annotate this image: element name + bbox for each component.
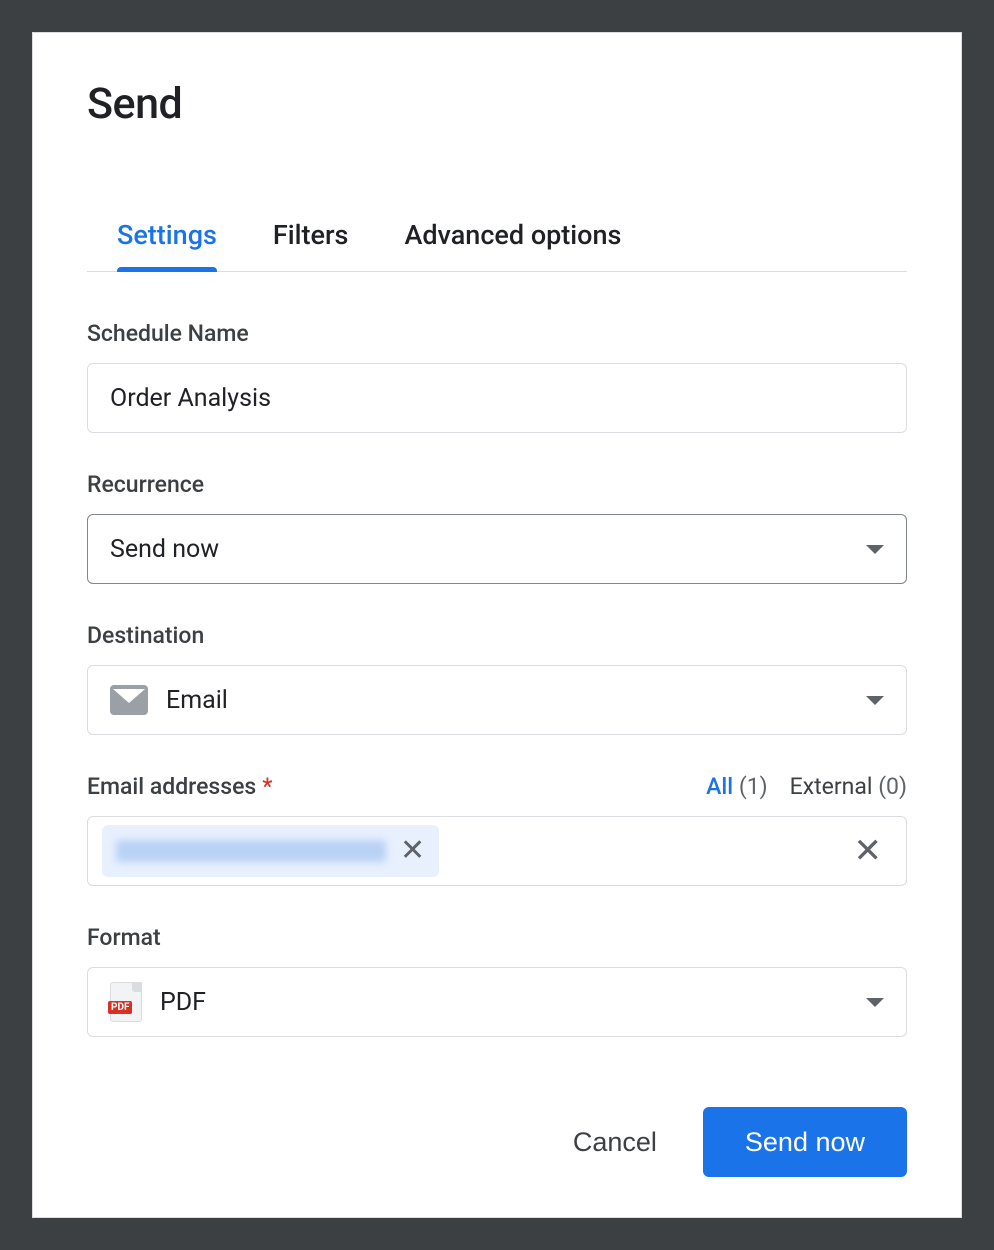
tab-advanced-options[interactable]: Advanced options <box>404 219 621 271</box>
recurrence-field: Recurrence Send now <box>87 471 907 584</box>
email-count-external[interactable]: External (0) <box>790 773 907 800</box>
tab-settings[interactable]: Settings <box>117 219 217 271</box>
chevron-down-icon <box>866 696 884 705</box>
remove-chip-icon[interactable]: ✕ <box>400 836 425 866</box>
pdf-icon <box>110 982 142 1022</box>
email-chip: ✕ <box>102 825 439 877</box>
destination-select[interactable]: Email <box>87 665 907 735</box>
destination-value: Email <box>166 686 228 715</box>
format-value: PDF <box>160 988 206 1017</box>
format-field: Format PDF <box>87 924 907 1037</box>
required-asterisk: * <box>262 773 272 800</box>
email-counts: All (1) External (0) <box>706 773 907 800</box>
cancel-button[interactable]: Cancel <box>567 1126 663 1159</box>
schedule-name-label: Schedule Name <box>87 320 907 347</box>
recurrence-label: Recurrence <box>87 471 907 498</box>
schedule-name-input[interactable]: Order Analysis <box>87 363 907 433</box>
email-count-all[interactable]: All (1) <box>706 773 768 800</box>
chevron-down-icon <box>866 998 884 1007</box>
send-dialog: Send Settings Filters Advanced options S… <box>32 32 962 1218</box>
tab-filters[interactable]: Filters <box>273 219 349 271</box>
mail-icon <box>110 685 148 715</box>
settings-form: Schedule Name Order Analysis Recurrence … <box>87 272 907 1177</box>
recurrence-select[interactable]: Send now <box>87 514 907 584</box>
destination-field: Destination Email <box>87 622 907 735</box>
chevron-down-icon <box>866 545 884 554</box>
dialog-title: Send <box>87 79 907 129</box>
clear-all-icon[interactable]: ✕ <box>854 831 893 871</box>
email-addresses-field: Email addresses * All (1) External (0) <box>87 773 907 886</box>
format-select[interactable]: PDF <box>87 967 907 1037</box>
dialog-footer: Cancel Send now <box>87 1107 907 1177</box>
email-addresses-label: Email addresses * <box>87 773 272 800</box>
destination-label: Destination <box>87 622 907 649</box>
send-now-button[interactable]: Send now <box>703 1107 907 1177</box>
schedule-name-field: Schedule Name Order Analysis <box>87 320 907 433</box>
email-chip-redacted <box>116 840 386 862</box>
tab-bar: Settings Filters Advanced options <box>87 219 907 272</box>
recurrence-value: Send now <box>110 535 219 564</box>
format-label: Format <box>87 924 907 951</box>
email-addresses-input[interactable]: ✕ ✕ <box>87 816 907 886</box>
